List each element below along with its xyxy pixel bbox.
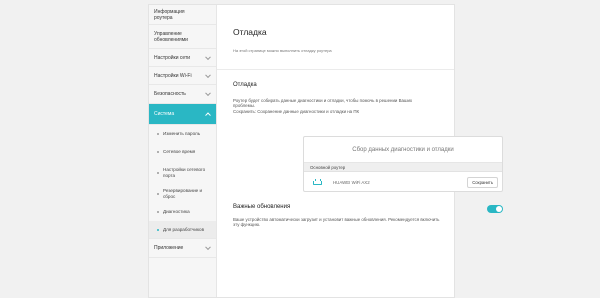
section-title: Отладка: [233, 82, 257, 88]
sidebar-subitem-label: Диагностика: [163, 209, 190, 215]
page-subtitle: На этой странице можно выполнить отладку…: [233, 48, 332, 53]
sidebar-subitem-network-time[interactable]: Сетевое время: [149, 143, 216, 161]
sidebar-item-update-management[interactable]: Управление обновлениями: [149, 25, 216, 49]
sidebar-item-label: Система: [154, 111, 175, 117]
sidebar-item-security[interactable]: Безопасность: [149, 85, 216, 104]
updates-title: Важные обновления: [233, 204, 291, 210]
toggle-knob: [496, 206, 502, 212]
sidebar-item-system[interactable]: Система: [149, 104, 216, 125]
device-row: HUAWEI WiFi AX2 Сохранить: [304, 172, 502, 192]
page-title: Отладка: [233, 27, 267, 37]
sidebar-subitem-backup-reset[interactable]: Резервирование и сброс: [149, 185, 216, 203]
app-window: Информация роутера Управление обновления…: [148, 4, 503, 298]
sidebar-subitem-label: Резервирование и сброс: [163, 188, 203, 199]
sidebar-item-router-info[interactable]: Информация роутера: [149, 5, 216, 25]
sidebar-item-label: Настройки сети: [154, 54, 191, 61]
bullet-icon: [157, 172, 159, 174]
sidebar: Информация роутера Управление обновления…: [149, 5, 217, 297]
sidebar-item-label: Безопасность: [154, 91, 186, 97]
bullet-icon: [157, 228, 159, 231]
sidebar-subitem-developers[interactable]: Для разработчиков: [149, 221, 216, 238]
sidebar-item-network-settings[interactable]: Настройки сети: [149, 49, 216, 67]
sidebar-item-label: Настройки Wi-Fi: [154, 72, 192, 79]
router-icon: [313, 179, 322, 185]
bullet-icon: [157, 193, 159, 195]
sidebar-subitem-network-port-settings[interactable]: Настройки сетевого порта: [149, 161, 216, 185]
sidebar-item-wifi-settings[interactable]: Настройки Wi-Fi: [149, 67, 216, 85]
main-content: Отладка На этой странице можно выполнить…: [217, 5, 503, 297]
sidebar-subitem-change-password[interactable]: Изменить пароль: [149, 125, 216, 143]
device-name: HUAWEI WiFi AX2: [333, 179, 370, 185]
chevron-down-icon: [205, 244, 211, 251]
chevron-up-icon: [205, 112, 211, 119]
sidebar-subitem-diagnostics[interactable]: Диагностика: [149, 203, 216, 221]
sidebar-item-app[interactable]: Приложение: [149, 238, 216, 258]
diagnostics-card: Сбор данных диагностики и отладки Основн…: [303, 136, 503, 192]
sidebar-subitem-label: Сетевое время: [163, 149, 196, 155]
sidebar-item-label: Приложение: [154, 245, 184, 251]
sidebar-subitem-label: Для разработчиков: [163, 226, 205, 232]
sidebar-item-label: Информация роутера: [154, 8, 185, 21]
updates-description: Ваше устройство автоматически загрузит и…: [233, 217, 440, 228]
chevron-down-icon: [205, 90, 211, 97]
diagnostics-group-label: Основной роутер: [304, 163, 502, 172]
save-button[interactable]: Сохранить: [467, 176, 498, 188]
bullet-icon: [157, 133, 159, 135]
bullet-icon: [157, 151, 159, 153]
chevron-down-icon: [205, 53, 211, 60]
bullet-icon: [157, 211, 159, 213]
chevron-down-icon: [205, 71, 211, 78]
section-description: Роутер будет собирать данные диагностики…: [233, 98, 413, 114]
divider: [217, 69, 454, 70]
updates-toggle[interactable]: [487, 205, 503, 213]
sidebar-subitem-label: Изменить пароль: [163, 131, 201, 137]
diagnostics-card-header: Сбор данных диагностики и отладки: [304, 137, 502, 163]
sidebar-item-label: Управление обновлениями: [154, 30, 188, 43]
sidebar-subitem-label: Настройки сетевого порта: [163, 167, 206, 178]
